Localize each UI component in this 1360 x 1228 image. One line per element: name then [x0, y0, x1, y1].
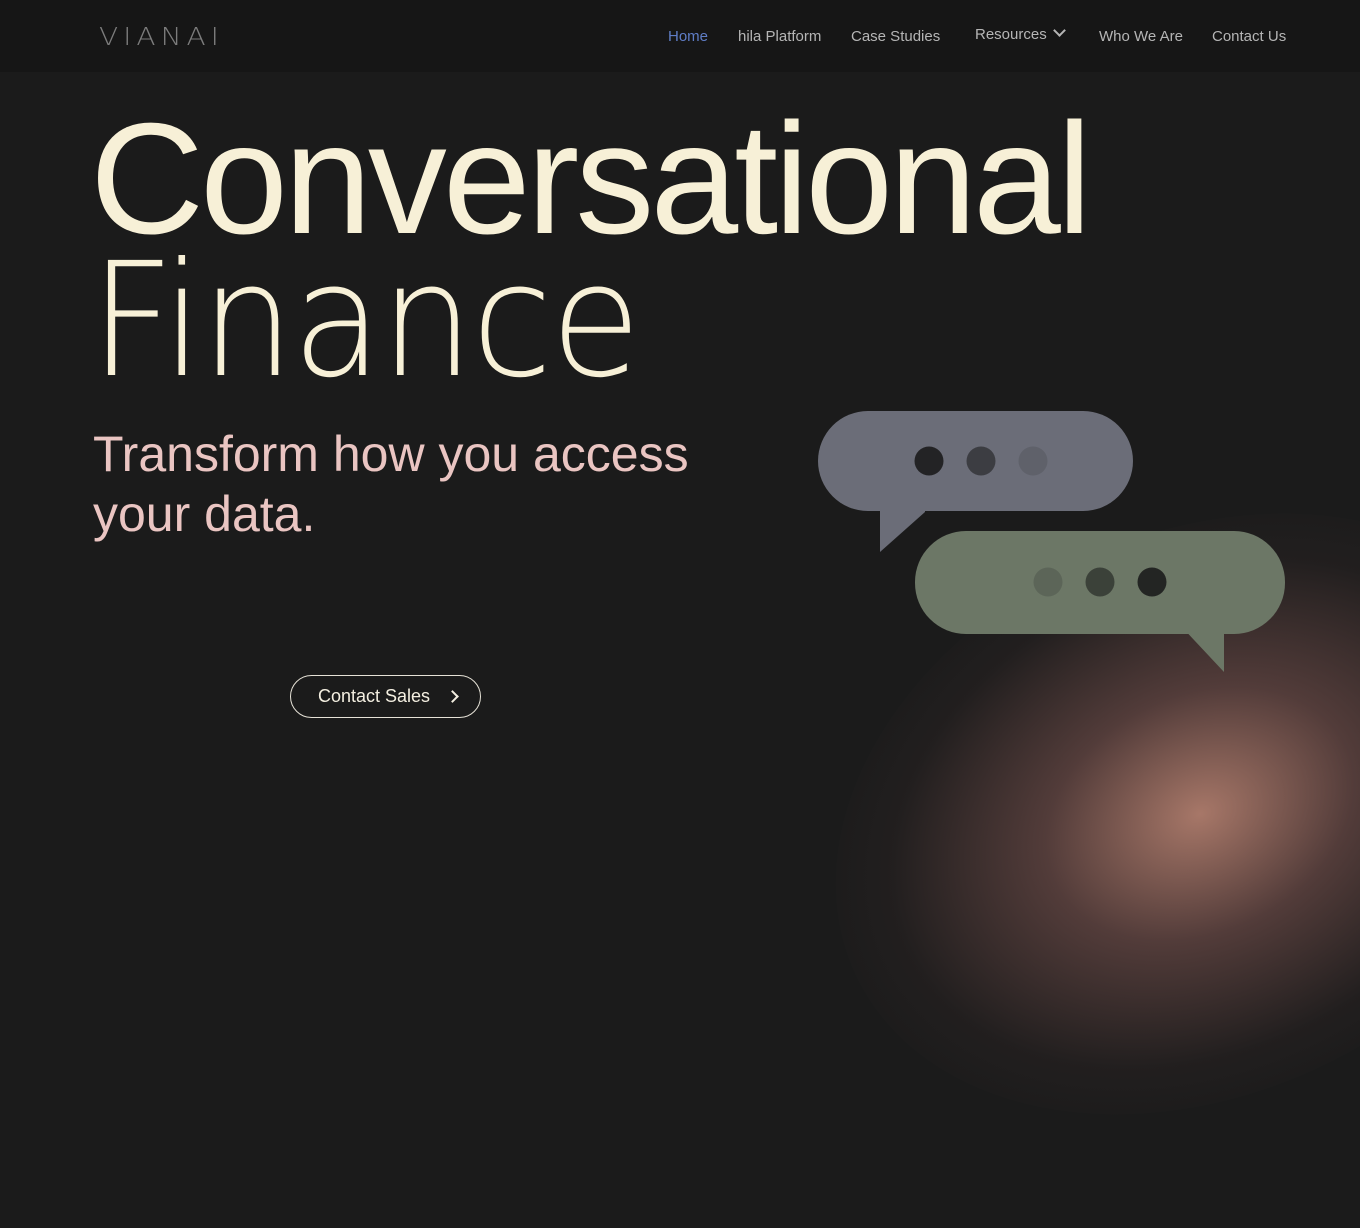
hero-subtitle: Transform how you access your data. — [93, 426, 689, 542]
nav-who-we-are[interactable]: Who We Are — [1099, 28, 1183, 45]
nav-resources-label: Resources — [975, 26, 1047, 43]
contact-sales-button[interactable]: Contact Sales — [290, 675, 481, 718]
chat-bubble-grey — [818, 411, 1133, 552]
typing-dot — [1018, 446, 1048, 476]
chat-bubble-green — [915, 531, 1285, 672]
main-nav: Home hila Platform Case Studies Resource… — [0, 0, 1360, 72]
hero-title-line2: Finance — [90, 229, 641, 413]
site-header: VIANAI Home hila Platform Case Studies R… — [0, 0, 1360, 72]
chat-bubbles-illustration — [818, 411, 1285, 672]
typing-dot — [914, 446, 944, 476]
contact-sales-label: Contact Sales — [317, 686, 431, 706]
nav-home[interactable]: Home — [668, 28, 708, 45]
typing-dot — [1033, 567, 1063, 597]
typing-dot — [966, 446, 996, 476]
chevron-right-icon — [446, 690, 459, 703]
nav-resources[interactable]: Resources — [975, 24, 1066, 43]
typing-dot — [1085, 567, 1115, 597]
typing-dot — [1137, 567, 1167, 597]
chevron-down-icon — [1052, 24, 1066, 37]
nav-hila-platform[interactable]: hila Platform — [738, 28, 821, 45]
nav-contact-us[interactable]: Contact Us — [1212, 28, 1286, 45]
nav-case-studies[interactable]: Case Studies — [851, 28, 940, 45]
